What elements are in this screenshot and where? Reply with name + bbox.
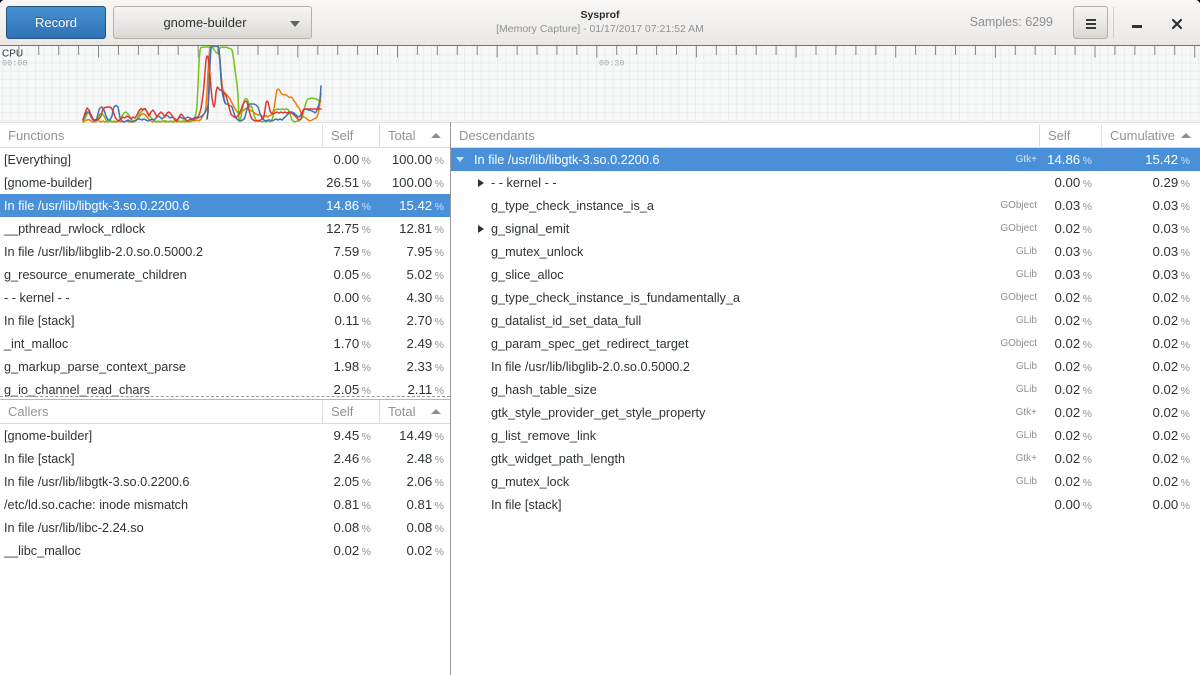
svg-text:00:00: 00:00	[2, 59, 28, 69]
svg-text:00:30: 00:30	[599, 59, 625, 69]
